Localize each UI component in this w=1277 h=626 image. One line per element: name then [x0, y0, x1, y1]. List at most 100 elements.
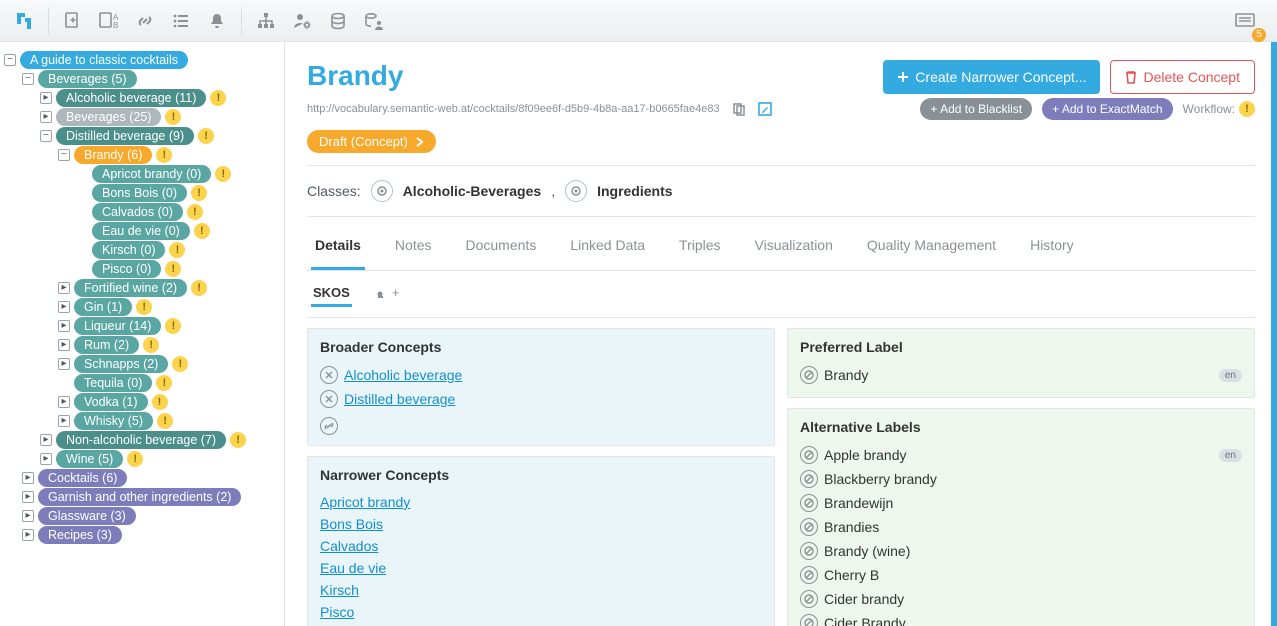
tab-details[interactable]: Details — [311, 223, 365, 270]
alt-label[interactable]: Brandewijn — [824, 495, 893, 511]
add-blacklist-chip[interactable]: + Add to Blacklist — [920, 98, 1032, 120]
list-icon[interactable] — [163, 3, 199, 39]
tree-item[interactable]: Kirsch (0) — [92, 241, 165, 259]
alt-label[interactable]: Blackberry brandy — [824, 471, 937, 487]
tree-item[interactable]: Gin (1) — [74, 298, 132, 316]
alt-label[interactable]: Cider brandy — [824, 591, 904, 607]
logo-icon[interactable] — [6, 3, 42, 39]
alt-label[interactable]: Brandy (wine) — [824, 543, 910, 559]
tree-item[interactable]: Fortified wine (2) — [74, 279, 187, 297]
toggle-icon[interactable]: ▸ — [58, 282, 70, 294]
new-doc-icon[interactable] — [55, 3, 91, 39]
tree-item[interactable]: Recipes (3) — [38, 526, 122, 544]
copy-icon[interactable] — [730, 100, 748, 118]
alt-label[interactable]: Cherry B — [824, 567, 879, 583]
alt-label[interactable]: Apple brandy — [824, 447, 907, 463]
db-user-icon[interactable] — [356, 3, 392, 39]
delete-concept-button[interactable]: Delete Concept — [1110, 60, 1255, 94]
bell-icon[interactable] — [199, 3, 235, 39]
tree-item[interactable]: Non-alcoholic beverage (7) — [56, 431, 226, 449]
class-icon[interactable] — [371, 180, 393, 202]
toggle-icon[interactable]: ▸ — [40, 111, 52, 123]
toggle-icon[interactable]: ▸ — [22, 472, 34, 484]
tree-item[interactable]: Apricot brandy (0) — [92, 165, 211, 183]
narrower-link[interactable]: Kirsch — [320, 582, 359, 598]
pref-label-value[interactable]: Brandy — [824, 367, 868, 383]
broader-link[interactable]: Distilled beverage — [344, 391, 455, 407]
tree-beverages[interactable]: Beverages (5) — [38, 70, 137, 88]
alt-label[interactable]: Cider Brandy — [824, 615, 906, 626]
tree-item[interactable]: Calvados (0) — [92, 203, 183, 221]
tree-item[interactable]: Whisky (5) — [74, 412, 153, 430]
narrower-link[interactable]: Pisco — [320, 604, 354, 620]
class-name[interactable]: Alcoholic-Beverages — [403, 183, 542, 199]
toggle-icon[interactable]: ▸ — [58, 415, 70, 427]
subtab-skos[interactable]: SKOS — [311, 281, 352, 307]
tree-item[interactable]: Liqueur (14) — [74, 317, 161, 335]
class-name[interactable]: Ingredients — [597, 183, 672, 199]
tree-item[interactable]: Cocktails (6) — [38, 469, 127, 487]
tree-item[interactable]: Pisco (0) — [92, 260, 161, 278]
user-gear-icon[interactable] — [284, 3, 320, 39]
toggle-icon[interactable]: ▸ — [58, 339, 70, 351]
toggle-icon[interactable]: ▸ — [58, 301, 70, 313]
toggle-icon[interactable]: ▸ — [22, 491, 34, 503]
narrower-link[interactable]: Calvados — [320, 538, 378, 554]
workflow-label: Workflow: — [1183, 102, 1235, 116]
tab-quality-management[interactable]: Quality Management — [863, 223, 1000, 270]
broader-link[interactable]: Alcoholic beverage — [344, 367, 462, 383]
subtab-add[interactable]: + — [374, 281, 402, 307]
tab-visualization[interactable]: Visualization — [751, 223, 837, 270]
remove-icon[interactable] — [320, 366, 338, 384]
tab-documents[interactable]: Documents — [462, 223, 541, 270]
toggle-icon[interactable]: ▸ — [58, 358, 70, 370]
toggle-icon[interactable]: ▸ — [40, 453, 52, 465]
tree-item[interactable]: Bons Bois (0) — [92, 184, 187, 202]
tab-bar: Details Notes Documents Linked Data Triples V… — [307, 223, 1255, 271]
toggle-icon[interactable]: ▸ — [58, 396, 70, 408]
tab-history[interactable]: History — [1026, 223, 1078, 270]
tree-item[interactable]: Vodka (1) — [74, 393, 148, 411]
tree-item[interactable]: Glassware (3) — [38, 507, 136, 525]
toggle-icon[interactable]: − — [40, 130, 52, 142]
tree-item[interactable]: Beverages (25) — [56, 108, 161, 126]
create-narrower-button[interactable]: Create Narrower Concept... — [883, 60, 1100, 94]
tab-linked-data[interactable]: Linked Data — [566, 223, 649, 270]
narrower-link[interactable]: Eau de vie — [320, 560, 386, 576]
concept-tree[interactable]: − A guide to classic cocktails − Beverag… — [0, 42, 285, 626]
tree-item[interactable]: Rum (2) — [74, 336, 139, 354]
remove-icon[interactable] — [320, 390, 338, 408]
doc-ab-icon[interactable]: A B — [91, 3, 127, 39]
toggle-icon[interactable]: − — [4, 54, 16, 66]
link-add-icon[interactable] — [320, 417, 338, 435]
add-exactmatch-chip[interactable]: + Add to ExactMatch — [1042, 98, 1172, 120]
tree-item[interactable]: Eau de vie (0) — [92, 222, 190, 240]
narrower-link[interactable]: Apricot brandy — [320, 494, 410, 510]
tree-item[interactable]: Wine (5) — [56, 450, 123, 468]
messages-icon[interactable]: 5 — [1227, 3, 1263, 39]
tree-item[interactable]: Schnapps (2) — [74, 355, 168, 373]
tree-item[interactable]: Tequila (0) — [74, 374, 152, 392]
toggle-icon[interactable]: − — [58, 149, 70, 161]
tree-root[interactable]: A guide to classic cocktails — [20, 51, 188, 69]
toggle-icon[interactable]: ▸ — [22, 529, 34, 541]
edit-icon[interactable] — [756, 100, 774, 118]
toggle-icon[interactable]: ▸ — [40, 92, 52, 104]
narrower-link[interactable]: Bons Bois — [320, 516, 383, 532]
tree-item[interactable]: Garnish and other ingredients (2) — [38, 488, 241, 506]
class-icon[interactable] — [565, 180, 587, 202]
alt-label[interactable]: Brandies — [824, 519, 879, 535]
database-icon[interactable] — [320, 3, 356, 39]
toggle-icon[interactable]: ▸ — [58, 320, 70, 332]
toggle-icon[interactable]: ▸ — [22, 510, 34, 522]
toggle-icon[interactable]: − — [22, 73, 34, 85]
tree-item[interactable]: Alcoholic beverage (11) — [56, 89, 206, 107]
tab-triples[interactable]: Triples — [675, 223, 725, 270]
workflow-status[interactable]: Draft (Concept) — [307, 130, 436, 153]
link-icon[interactable] — [127, 3, 163, 39]
tab-notes[interactable]: Notes — [391, 223, 436, 270]
tree-selected[interactable]: Brandy (6) — [74, 146, 152, 164]
hierarchy-icon[interactable] — [248, 3, 284, 39]
toggle-icon[interactable]: ▸ — [40, 434, 52, 446]
tree-item[interactable]: Distilled beverage (9) — [56, 127, 194, 145]
